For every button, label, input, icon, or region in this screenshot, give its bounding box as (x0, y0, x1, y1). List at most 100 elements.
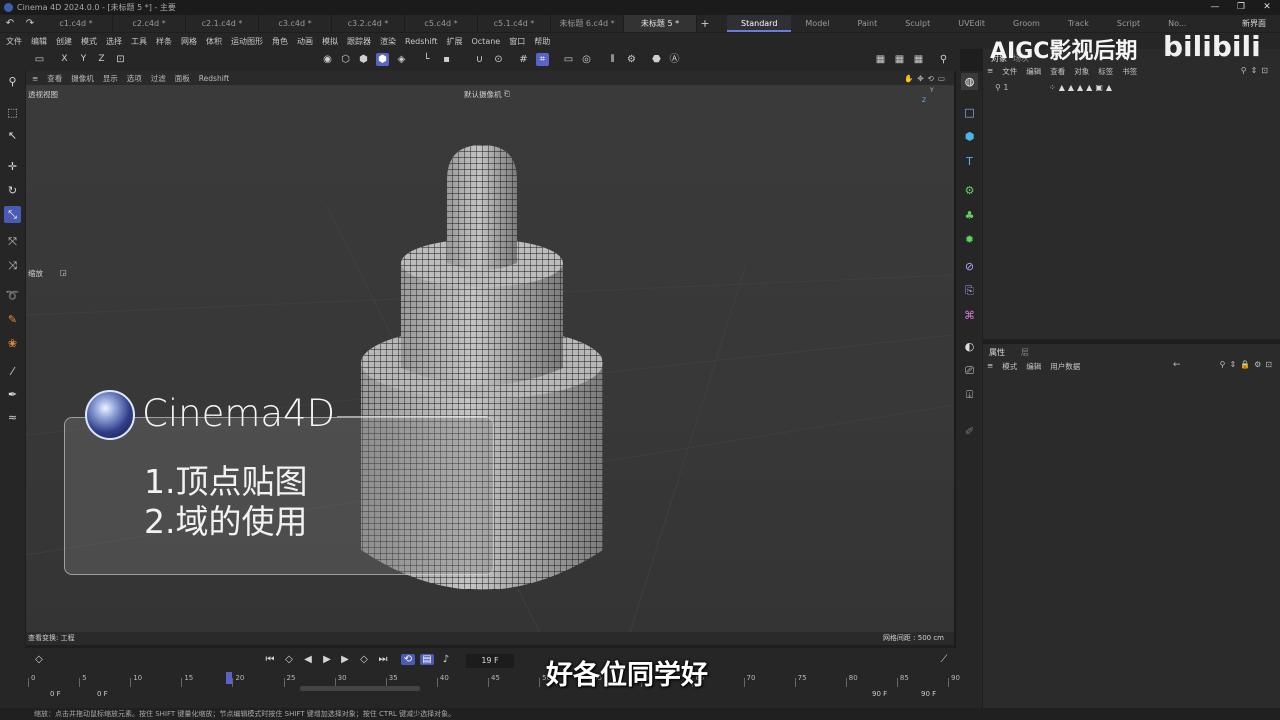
menu-mograph[interactable]: 运动图形 (231, 36, 263, 47)
attr-tools-icons[interactable]: ⚲⇕🔒⚙⊡ (1220, 360, 1276, 369)
file-tab-active[interactable]: 未标题 5 * (624, 15, 697, 32)
text-icon[interactable]: T (961, 153, 978, 170)
layout-script[interactable]: Script (1103, 15, 1154, 32)
tab-attributes[interactable]: 属性 (989, 347, 1005, 358)
y-axis-toggle[interactable]: Y (77, 53, 90, 66)
zoom-icon[interactable]: ◲ (60, 268, 67, 277)
preview-start[interactable]: 0 F (97, 690, 108, 698)
z-axis-toggle[interactable]: Z (95, 53, 108, 66)
menu-render[interactable]: 渲染 (380, 36, 396, 47)
cube-icon[interactable]: ⬢ (961, 128, 978, 145)
panel-tools-icons[interactable]: ⚲⇕⊡ (1241, 66, 1272, 75)
menu-help[interactable]: 帮助 (534, 36, 550, 47)
layout-uvedit[interactable]: UVEdit (944, 15, 999, 32)
sound-icon[interactable]: ♪ (439, 654, 453, 665)
effector-icon[interactable]: ✹ (961, 231, 978, 248)
menu-redshift[interactable]: Redshift (405, 37, 437, 46)
move-tool-icon[interactable]: ✛ (4, 158, 21, 175)
file-tab[interactable]: c3.c4d * (259, 15, 332, 32)
render-region-icon[interactable]: ◎ (580, 53, 593, 66)
symmetry-icon[interactable]: ⫴ (606, 53, 619, 66)
deformer-icon[interactable]: ⊘ (961, 258, 978, 275)
settings-icon[interactable]: ⚙ (625, 53, 638, 66)
pen-icon[interactable]: ✐ (961, 423, 978, 440)
go-start-icon[interactable]: ⏮ (263, 654, 277, 665)
menu-select[interactable]: 选择 (106, 36, 122, 47)
light-icon[interactable]: ⍗ (961, 386, 978, 403)
tab-layers[interactable]: 层 (1021, 347, 1029, 358)
layout-groom[interactable]: Groom (999, 15, 1054, 32)
select-tool-icon[interactable]: ⬚ (4, 104, 21, 121)
camera-label[interactable]: 默认摄像机 (464, 89, 502, 100)
attr-menu-edit[interactable]: 编辑 (1026, 361, 1041, 372)
material-icon[interactable]: ◐ (961, 338, 978, 355)
file-tab[interactable]: c5.1.c4d * (478, 15, 551, 32)
workplane-icon[interactable]: └ (420, 53, 433, 66)
coord-system-icon[interactable]: ⊡ (114, 53, 127, 66)
lock-icon[interactable]: ⊙ (492, 53, 505, 66)
prev-frame-icon[interactable]: ◀ (301, 654, 315, 665)
viewport-menu-view[interactable]: 查看 (47, 73, 62, 84)
points-mode-icon[interactable]: ◉ (321, 53, 334, 66)
quantize-icon[interactable]: ⌗ (536, 53, 549, 66)
sculpt-icon[interactable]: ≈ (4, 409, 21, 426)
paint-icon[interactable]: ❀ (4, 335, 21, 352)
snap-icon[interactable]: ▪ (440, 53, 453, 66)
file-tab[interactable]: c5.c4d * (405, 15, 478, 32)
next-frame-icon[interactable]: ▶ (338, 654, 352, 665)
menu-file[interactable]: 文件 (6, 36, 22, 47)
object-menu-object[interactable]: 对象 (1074, 66, 1089, 77)
search-icon[interactable]: ⚲ (4, 73, 21, 90)
viewport-menu-filter[interactable]: 过滤 (151, 73, 166, 84)
grid-snap-icon[interactable]: # (517, 53, 530, 66)
knife-icon[interactable]: ⁄ (4, 363, 21, 380)
mograph-icon[interactable]: ♣ (961, 207, 978, 224)
viewport-menu-redshift[interactable]: Redshift (199, 74, 229, 83)
render-settings-icon[interactable]: ▦ (912, 53, 925, 66)
go-end-icon[interactable]: ⏭ (376, 654, 390, 665)
viewport-menu-options[interactable]: 选项 (127, 73, 142, 84)
range-scrollbar[interactable] (300, 686, 420, 691)
scale-tool-icon[interactable]: ⤡ (4, 206, 21, 223)
field-icon[interactable]: ⎘ (961, 282, 978, 299)
curve-icon[interactable]: ⟋ (937, 654, 951, 665)
attr-menu-userdata[interactable]: 用户数据 (1050, 361, 1080, 372)
maximize-button[interactable]: ❐ (1228, 0, 1254, 15)
axis-tool-icon[interactable]: ⤨ (4, 257, 21, 274)
layout-standard[interactable]: Standard (727, 15, 792, 32)
object-menu-view[interactable]: 查看 (1050, 66, 1065, 77)
hamburger-icon[interactable]: ≡ (32, 74, 38, 83)
viewport-menu-camera[interactable]: 摄像机 (71, 73, 94, 84)
preview-end[interactable]: 90 F (872, 690, 887, 698)
x-axis-toggle[interactable]: X (58, 53, 71, 66)
file-tab[interactable]: c3.2.c4d * (332, 15, 405, 32)
viewport-nav-icons[interactable]: ✋✥⟲▭ (904, 74, 949, 83)
octane-icon[interactable]: Ⓐ (668, 53, 681, 66)
keyframe-icon[interactable]: ◇ (32, 654, 46, 665)
menu-animate[interactable]: 动画 (297, 36, 313, 47)
loop-icon[interactable]: ⟲ (401, 654, 415, 665)
polygons-mode-icon[interactable]: ⬢ (357, 53, 370, 66)
magnet-icon[interactable]: ∪ (473, 53, 486, 66)
film-icon[interactable]: ▭ (33, 53, 46, 66)
model-mode-icon[interactable]: ⬢ (376, 53, 389, 66)
render-view-icon[interactable]: ▦ (874, 53, 887, 66)
attr-menu-mode[interactable]: 模式 (1002, 361, 1017, 372)
menu-tracker[interactable]: 跟踪器 (347, 36, 371, 47)
back-arrow-icon[interactable]: ← (1173, 360, 1181, 370)
camera-lock-icon[interactable]: ⎗ (504, 89, 510, 99)
add-tab-button[interactable]: + (697, 17, 713, 30)
viewport-menu-display[interactable]: 显示 (103, 73, 118, 84)
object-menu-file[interactable]: 文件 (1002, 66, 1017, 77)
camera-icon[interactable]: ⎚ (961, 362, 978, 379)
menu-mode[interactable]: 模式 (81, 36, 97, 47)
menu-extensions[interactable]: 扩展 (446, 36, 462, 47)
search-icon[interactable]: ⚲ (937, 53, 950, 66)
menu-window[interactable]: 窗口 (509, 36, 525, 47)
layout-track[interactable]: Track (1054, 15, 1103, 32)
render-icon[interactable]: ▦ (893, 53, 906, 66)
timeline-ruler[interactable]: 0 5 10 15 20 25 30 35 40 45 50 55 60 65 70 75 80 85 90 (28, 674, 960, 688)
soft-select-icon[interactable]: ▭ (562, 53, 575, 66)
playhead[interactable] (226, 672, 232, 684)
play-icon[interactable]: ▶ (320, 654, 334, 665)
